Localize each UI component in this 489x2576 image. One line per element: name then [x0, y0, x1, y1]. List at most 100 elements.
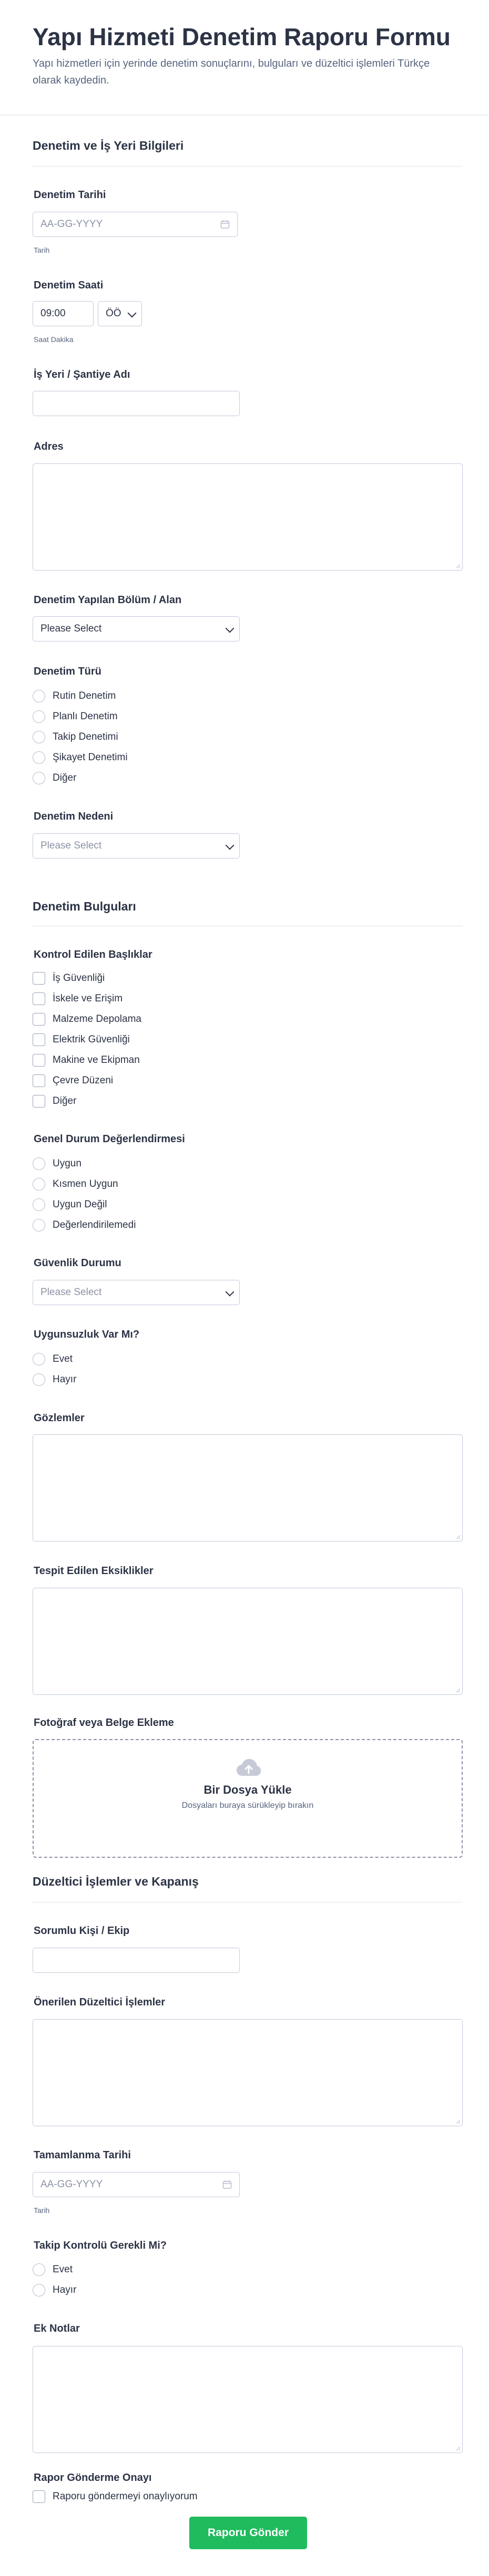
radio-button[interactable]	[33, 2263, 45, 2276]
radio-label: Uygun	[53, 1158, 82, 1169]
radio-option[interactable]: Uygun Değil	[33, 1197, 107, 1212]
checkbox-option[interactable]: Elektrik Güvenliği	[33, 1032, 130, 1047]
radio-option[interactable]: Diğer	[33, 771, 76, 785]
radio-button[interactable]	[33, 690, 45, 702]
inspection-date-placeholder: AA-GG-YYYY	[40, 219, 103, 230]
checkbox[interactable]	[33, 1074, 45, 1087]
chevron-down-icon	[127, 308, 137, 318]
radio-option[interactable]: Uygun	[33, 1156, 82, 1171]
radio-option[interactable]: Takip Denetimi	[33, 730, 118, 744]
radio-button[interactable]	[33, 2284, 45, 2296]
cloud-upload-icon	[237, 1759, 261, 1776]
checkbox[interactable]	[33, 992, 45, 1005]
label-corrective-actions: Önerilen Düzeltici İşlemler	[34, 1996, 166, 2008]
section-title-site-info: Denetim ve İş Yeri Bilgileri	[33, 139, 184, 152]
inspection-date-input[interactable]: AA-GG-YYYY	[33, 212, 238, 237]
responsible-input[interactable]	[33, 1948, 240, 1973]
inspection-date-sublabel: Tarih	[34, 246, 50, 254]
inspection-time-input[interactable]: 09:00	[33, 301, 94, 326]
checkbox[interactable]	[33, 2490, 45, 2503]
radio-option[interactable]: Değerlendirilemedi	[33, 1218, 136, 1233]
chevron-down-icon	[225, 624, 235, 633]
radio-button[interactable]	[33, 1353, 45, 1365]
checkbox-option[interactable]: Raporu göndermeyi onaylıyorum	[33, 2489, 198, 2504]
checkbox-option[interactable]: Çevre Düzeni	[33, 1073, 113, 1088]
radio-option[interactable]: Planlı Denetim	[33, 709, 118, 724]
radio-button[interactable]	[33, 772, 45, 784]
checkbox[interactable]	[33, 1033, 45, 1046]
label-followup: Takip Kontrolü Gerekli Mi?	[34, 2240, 167, 2251]
radio-option[interactable]: Hayır	[33, 1372, 76, 1387]
checkbox[interactable]	[33, 972, 45, 985]
calendar-icon[interactable]	[220, 220, 230, 229]
address-textarea[interactable]	[33, 463, 463, 571]
section-title-findings: Denetim Bulguları	[33, 899, 136, 913]
radio-button[interactable]	[33, 1219, 45, 1232]
header-divider	[0, 115, 489, 116]
checkbox-option[interactable]: İskele ve Erişim	[33, 991, 123, 1006]
radio-option[interactable]: Evet	[33, 2262, 73, 2277]
radio-option[interactable]: Şikayet Denetimi	[33, 750, 128, 765]
label-address: Adres	[34, 441, 64, 452]
resize-grip-icon[interactable]	[455, 1688, 461, 1693]
file-upload-dropzone[interactable]: Bir Dosya Yükle Dosyaları buraya sürükle…	[33, 1739, 463, 1858]
radio-button[interactable]	[33, 1198, 45, 1211]
resize-grip-icon[interactable]	[455, 563, 461, 568]
checkbox[interactable]	[33, 1013, 45, 1026]
label-inspection-type: Denetim Türü	[34, 666, 101, 677]
resize-grip-icon[interactable]	[455, 2446, 461, 2451]
radio-label: Değerlendirilemedi	[53, 1219, 136, 1230]
radio-button[interactable]	[33, 1178, 45, 1191]
completion-date-placeholder: AA-GG-YYYY	[40, 2179, 103, 2190]
safety-select[interactable]: Please Select	[33, 1280, 240, 1305]
safety-select-value: Please Select	[40, 1287, 102, 1298]
radio-option[interactable]: Hayır	[33, 2283, 76, 2298]
site-name-input[interactable]	[33, 391, 240, 416]
resize-grip-icon[interactable]	[455, 2119, 461, 2124]
corrective-actions-textarea[interactable]	[33, 2019, 463, 2126]
label-safety-status: Güvenlik Durumu	[34, 1257, 121, 1269]
calendar-icon[interactable]	[222, 2180, 232, 2189]
notes-textarea[interactable]	[33, 2346, 463, 2453]
observations-textarea[interactable]	[33, 1434, 463, 1542]
upload-hint: Dosyaları buraya sürükleyip bırakın	[181, 1801, 314, 1810]
inspection-ampm-select[interactable]: ÖÖ	[98, 301, 142, 326]
label-deficiencies: Tespit Edilen Eksiklikler	[34, 1565, 154, 1577]
radio-label: Takip Denetimi	[53, 731, 118, 742]
radio-option[interactable]: Evet	[33, 1352, 73, 1367]
radio-button[interactable]	[33, 751, 45, 764]
label-observations: Gözlemler	[34, 1412, 85, 1424]
deficiencies-textarea[interactable]	[33, 1588, 463, 1695]
reason-select[interactable]: Please Select	[33, 833, 240, 858]
submit-button[interactable]: Raporu Gönder	[189, 2517, 307, 2549]
checkbox-option[interactable]: İş Güvenliği	[33, 971, 105, 986]
area-select-value: Please Select	[40, 623, 102, 634]
checkbox-option[interactable]: Diğer	[33, 1094, 76, 1109]
checkbox-option[interactable]: Malzeme Depolama	[33, 1012, 141, 1027]
section-divider	[33, 166, 463, 167]
form-description: Yapı hizmetleri için yerinde denetim son…	[33, 58, 430, 86]
checkbox[interactable]	[33, 1054, 45, 1067]
label-nonconformity: Uygunsuzluk Var Mı?	[34, 1329, 140, 1340]
radio-label: Diğer	[53, 772, 77, 783]
radio-label: Şikayet Denetimi	[53, 752, 128, 763]
radio-button[interactable]	[33, 1157, 45, 1170]
radio-button[interactable]	[33, 731, 45, 743]
radio-button[interactable]	[33, 1373, 45, 1386]
radio-label: Kısmen Uygun	[53, 1178, 118, 1189]
radio-label: Hayır	[53, 1374, 77, 1385]
radio-button[interactable]	[33, 710, 45, 723]
area-select[interactable]: Please Select	[33, 616, 240, 642]
completion-date-input[interactable]: AA-GG-YYYY	[33, 2172, 240, 2197]
checkbox[interactable]	[33, 1095, 45, 1108]
reason-select-value: Please Select	[40, 840, 102, 851]
checkbox-label: İskele ve Erişim	[53, 993, 123, 1004]
radio-option[interactable]: Kısmen Uygun	[33, 1177, 118, 1192]
resize-grip-icon[interactable]	[455, 1534, 461, 1539]
checkbox-label: Makine ve Ekipman	[53, 1054, 140, 1065]
radio-option[interactable]: Rutin Denetim	[33, 689, 116, 704]
label-completion-date: Tamamlanma Tarihi	[34, 2149, 131, 2161]
checkbox-label: Elektrik Güvenliği	[53, 1034, 130, 1045]
label-overall-status: Genel Durum Değerlendirmesi	[34, 1133, 185, 1145]
checkbox-option[interactable]: Makine ve Ekipman	[33, 1053, 140, 1068]
